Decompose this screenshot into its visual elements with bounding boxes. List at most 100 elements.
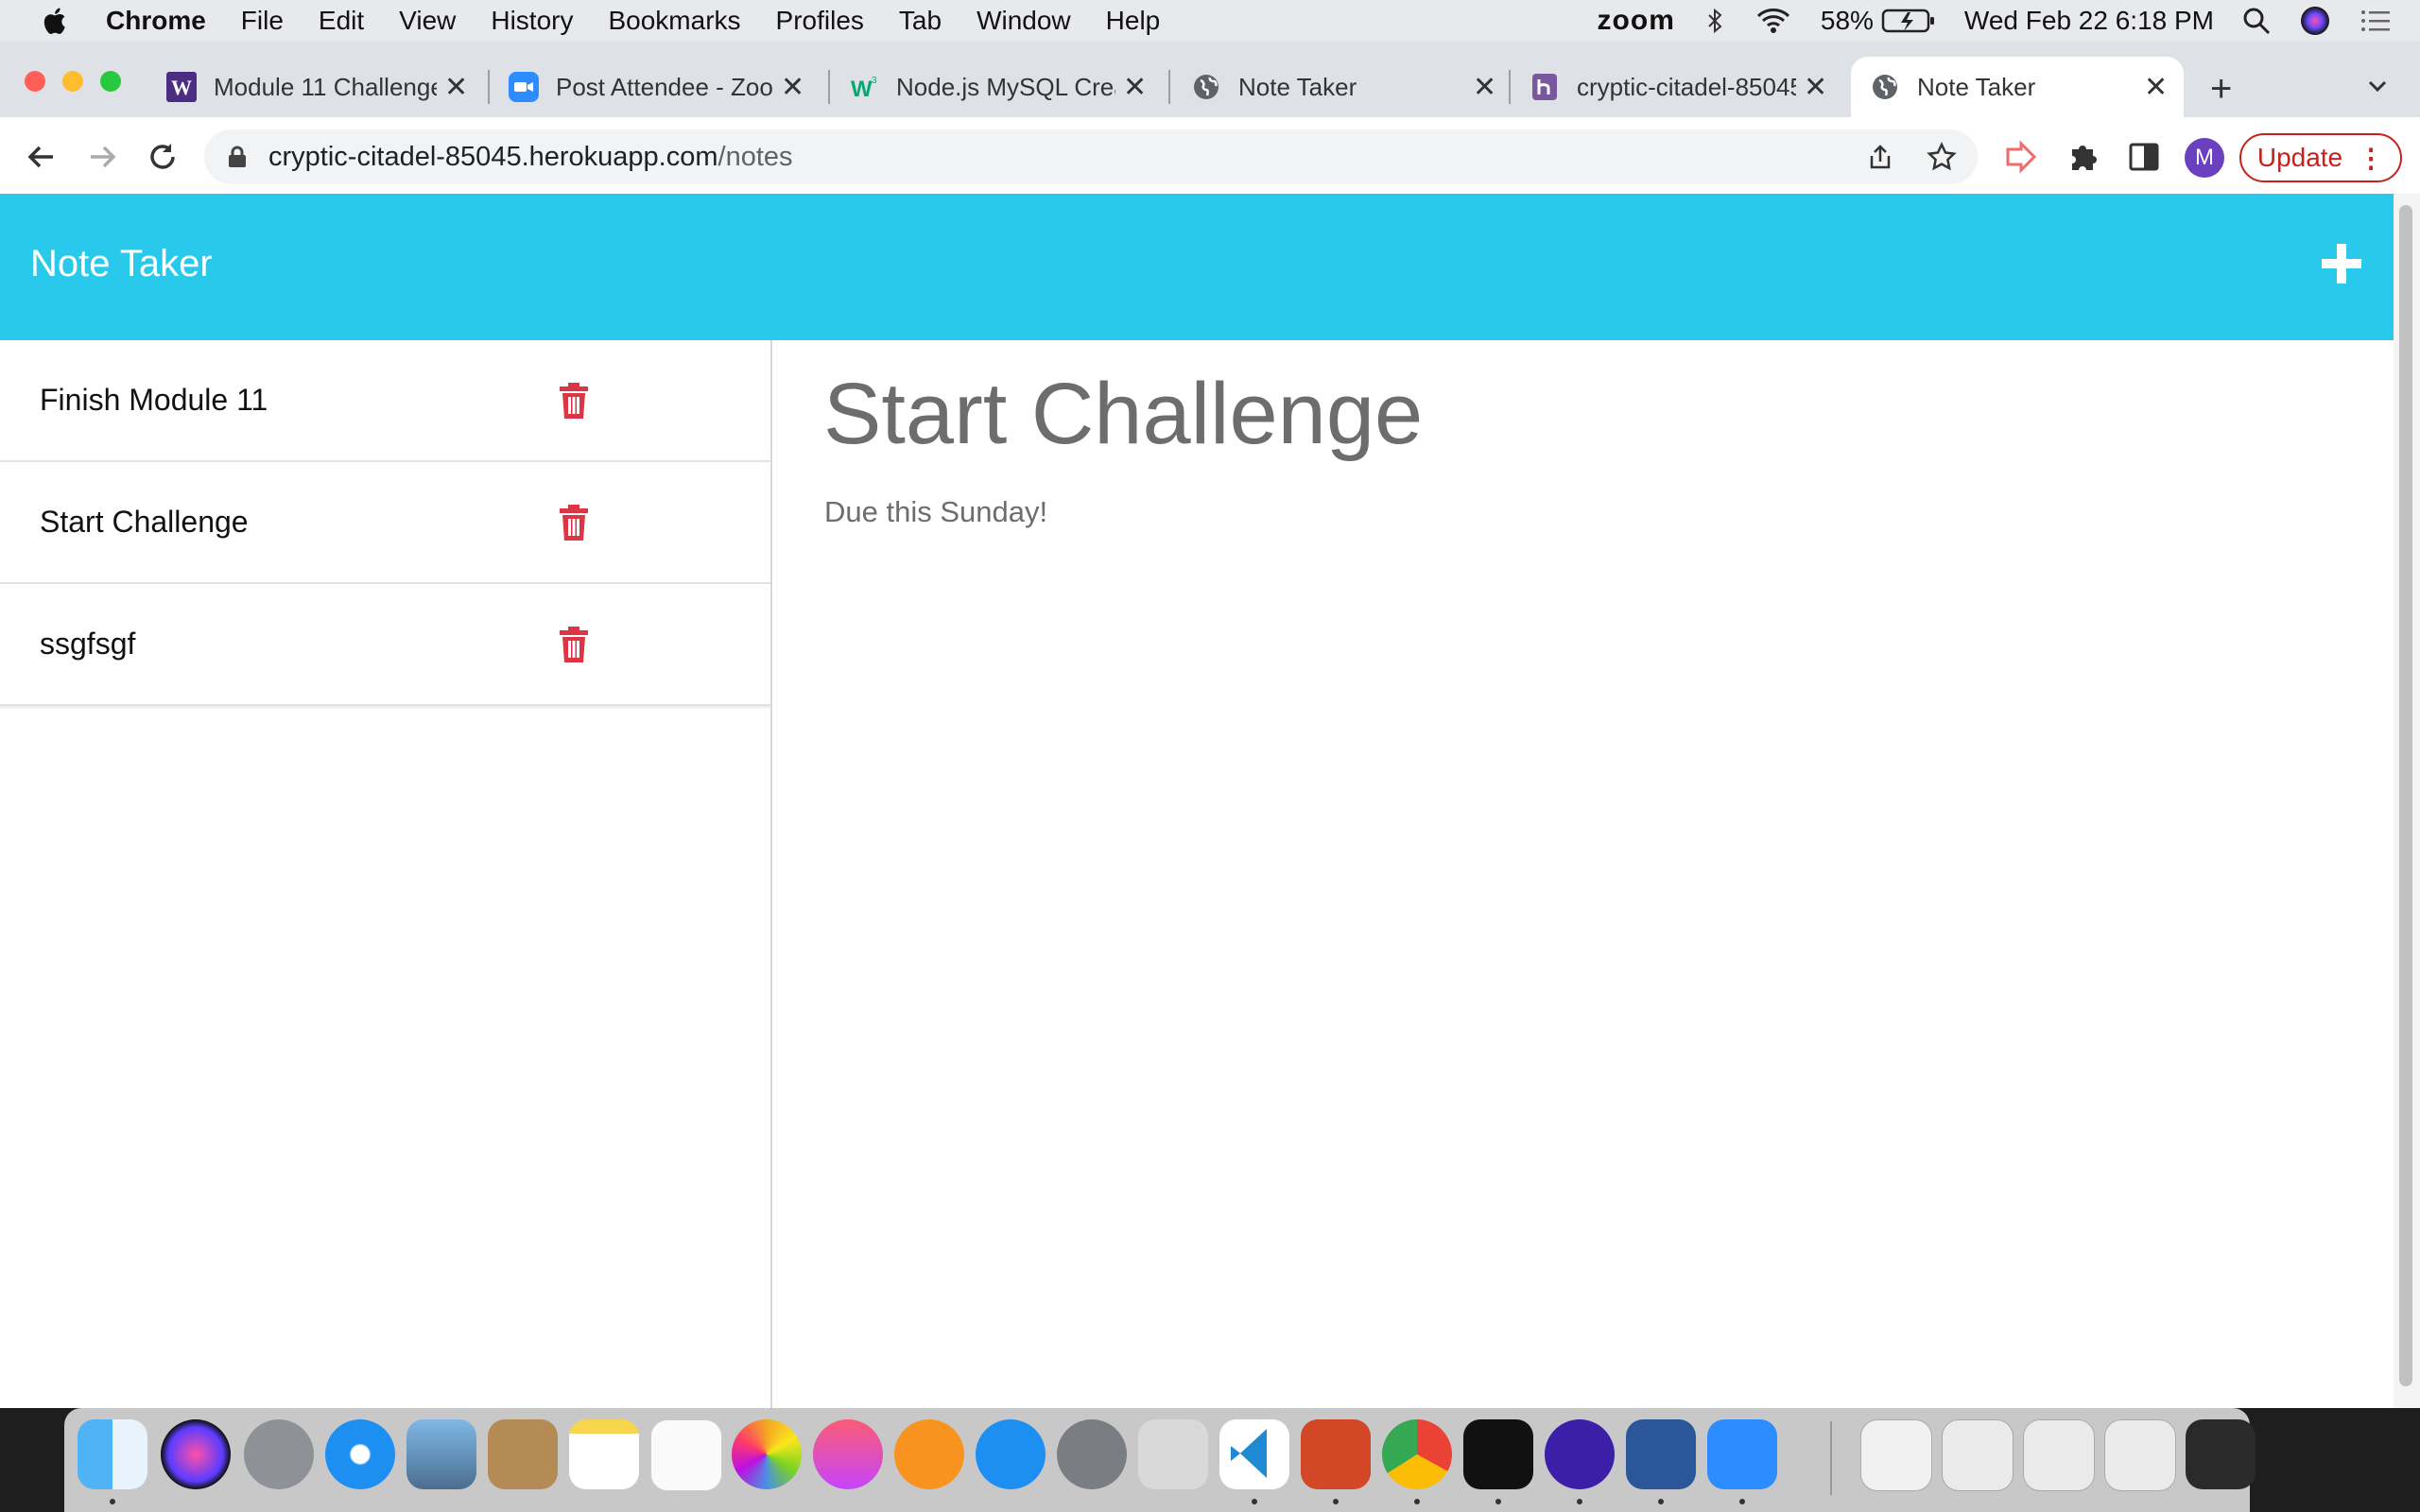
battery-charging-icon[interactable] bbox=[1881, 8, 1936, 34]
vscode-icon[interactable] bbox=[1219, 1419, 1289, 1489]
wifi-icon[interactable] bbox=[1754, 7, 1792, 35]
extensions-puzzle-icon[interactable] bbox=[2063, 136, 2104, 178]
menu-app-name[interactable]: Chrome bbox=[106, 6, 206, 36]
trash-icon[interactable] bbox=[558, 382, 590, 420]
profile-avatar[interactable]: M bbox=[2185, 138, 2224, 178]
share-icon[interactable] bbox=[1866, 143, 1894, 171]
more-menu-icon[interactable]: ⋮ bbox=[2358, 143, 2384, 174]
bluetooth-icon[interactable] bbox=[1703, 7, 1726, 35]
close-window-button[interactable] bbox=[25, 71, 45, 92]
note-title-field[interactable]: Start Challenge bbox=[823, 365, 1423, 464]
update-chrome-button[interactable]: Update ⋮ bbox=[2239, 133, 2402, 182]
app-store-icon[interactable] bbox=[976, 1419, 1046, 1489]
window-thumbnail-icon[interactable] bbox=[2023, 1419, 2095, 1491]
books-icon[interactable] bbox=[894, 1419, 964, 1489]
page-scrollbar[interactable] bbox=[2394, 194, 2420, 1408]
tab-heroku-dashboard[interactable]: cryptic-citadel-85045 ✕ bbox=[1530, 57, 1827, 117]
tab-close-icon[interactable]: ✕ bbox=[1804, 71, 1827, 104]
minimize-window-button[interactable] bbox=[62, 71, 83, 92]
terminal-icon[interactable] bbox=[1463, 1419, 1533, 1489]
tab-note-taker[interactable]: Note Taker ✕ bbox=[1191, 57, 1496, 117]
list-shadow bbox=[0, 706, 770, 710]
tab-close-icon[interactable]: ✕ bbox=[1123, 71, 1147, 104]
globe-icon bbox=[1194, 75, 1219, 99]
forward-arrow-icon[interactable] bbox=[81, 136, 123, 178]
window-thumbnail-icon[interactable] bbox=[2186, 1419, 2256, 1489]
new-note-plus-icon[interactable] bbox=[2320, 242, 2363, 285]
word-icon[interactable] bbox=[1626, 1419, 1696, 1489]
list-item[interactable]: ssgfsgf bbox=[0, 584, 770, 706]
tab-close-icon[interactable]: ✕ bbox=[1473, 71, 1496, 104]
tab-module-11-challenge[interactable]: W Module 11 Challenge ✕ bbox=[166, 57, 468, 117]
zoom-app-icon[interactable] bbox=[1707, 1419, 1777, 1489]
notes-app-icon[interactable] bbox=[569, 1419, 639, 1489]
back-arrow-icon[interactable] bbox=[21, 136, 62, 178]
tab-search-chevron-icon[interactable] bbox=[2365, 74, 2390, 98]
menu-edit[interactable]: Edit bbox=[319, 6, 364, 36]
new-tab-button[interactable]: + bbox=[2210, 68, 2232, 111]
menu-bookmarks[interactable]: Bookmarks bbox=[608, 6, 740, 36]
maximize-window-button[interactable] bbox=[100, 71, 121, 92]
note-text-field[interactable]: Due this Sunday! bbox=[824, 495, 1047, 529]
music-icon[interactable] bbox=[813, 1419, 883, 1489]
note-title[interactable]: Finish Module 11 bbox=[40, 383, 268, 418]
document-thumbnail-icon[interactable] bbox=[1860, 1419, 1932, 1491]
menu-window[interactable]: Window bbox=[977, 6, 1071, 36]
tab-note-taker-active[interactable]: Note Taker ✕ bbox=[1851, 57, 2184, 117]
menu-tab[interactable]: Tab bbox=[899, 6, 942, 36]
reload-icon[interactable] bbox=[142, 136, 183, 178]
window-thumbnail-icon[interactable] bbox=[1942, 1419, 2014, 1491]
extension-arrow-icon[interactable] bbox=[2002, 136, 2044, 178]
menu-file[interactable]: File bbox=[241, 6, 284, 36]
menu-view[interactable]: View bbox=[399, 6, 456, 36]
safari-compass-icon[interactable] bbox=[325, 1419, 395, 1489]
zoom-status-item[interactable]: zoom bbox=[1598, 5, 1675, 37]
tab-post-attendee-zoom[interactable]: Post Attendee - Zoom ✕ bbox=[509, 57, 804, 117]
spotlight-search-icon[interactable] bbox=[2242, 7, 2271, 35]
powerpoint-icon[interactable] bbox=[1301, 1419, 1371, 1489]
finder-icon[interactable] bbox=[78, 1419, 147, 1489]
control-center-icon[interactable] bbox=[2360, 8, 2392, 34]
tab-title: cryptic-citadel-85045 bbox=[1577, 72, 1796, 101]
globe-icon bbox=[1873, 75, 1897, 99]
scrollbar-thumb[interactable] bbox=[2399, 205, 2412, 1386]
note-title[interactable]: ssgfsgf bbox=[40, 627, 135, 662]
tab-nodejs-mysql[interactable]: W 3 Node.js MySQL Create ✕ bbox=[849, 57, 1147, 117]
tab-close-icon[interactable]: ✕ bbox=[2144, 71, 2168, 104]
tab-close-icon[interactable]: ✕ bbox=[444, 71, 468, 104]
note-title[interactable]: Start Challenge bbox=[40, 505, 249, 540]
apple-logo-icon[interactable] bbox=[40, 5, 72, 37]
trash-icon[interactable] bbox=[558, 504, 590, 541]
clock[interactable]: Wed Feb 22 6:18 PM bbox=[1964, 6, 2214, 36]
siri-icon[interactable] bbox=[161, 1419, 231, 1489]
webpage: Note Taker Finish Module 11 Start Challe… bbox=[0, 194, 2394, 1408]
bookmark-star-icon[interactable] bbox=[1927, 142, 1957, 172]
app-brand[interactable]: Note Taker bbox=[30, 243, 213, 285]
window-thumbnail-icon[interactable] bbox=[2104, 1419, 2176, 1491]
menu-help[interactable]: Help bbox=[1106, 6, 1161, 36]
contacts-book-icon[interactable] bbox=[488, 1419, 558, 1489]
system-preferences-gear-icon[interactable] bbox=[1057, 1419, 1127, 1489]
tab-close-icon[interactable]: ✕ bbox=[781, 71, 804, 104]
chrome-icon[interactable] bbox=[1382, 1419, 1452, 1489]
url-path: /notes bbox=[717, 141, 793, 172]
mail-stamp-icon[interactable] bbox=[1138, 1419, 1208, 1489]
url-host: cryptic-citadel-85045.herokuapp.com bbox=[268, 141, 718, 172]
running-indicator bbox=[110, 1499, 115, 1504]
moon-app-icon[interactable] bbox=[1545, 1419, 1615, 1489]
preview-icon[interactable] bbox=[406, 1419, 476, 1489]
list-item[interactable]: Start Challenge bbox=[0, 462, 770, 584]
heroku-icon bbox=[1532, 74, 1557, 100]
reminders-icon[interactable] bbox=[650, 1419, 722, 1491]
list-item[interactable]: Finish Module 11 bbox=[0, 340, 770, 462]
menu-history[interactable]: History bbox=[491, 6, 573, 36]
siri-icon[interactable] bbox=[2299, 5, 2331, 37]
launchpad-rocket-icon[interactable] bbox=[244, 1419, 314, 1489]
running-indicator bbox=[1252, 1499, 1257, 1504]
trash-icon[interactable] bbox=[558, 626, 590, 663]
lock-icon[interactable] bbox=[225, 145, 250, 169]
address-bar[interactable]: cryptic-citadel-85045.herokuapp.com/note… bbox=[204, 129, 1978, 184]
menu-profiles[interactable]: Profiles bbox=[776, 6, 864, 36]
photos-icon[interactable] bbox=[732, 1419, 802, 1489]
side-panel-icon[interactable] bbox=[2123, 136, 2165, 178]
